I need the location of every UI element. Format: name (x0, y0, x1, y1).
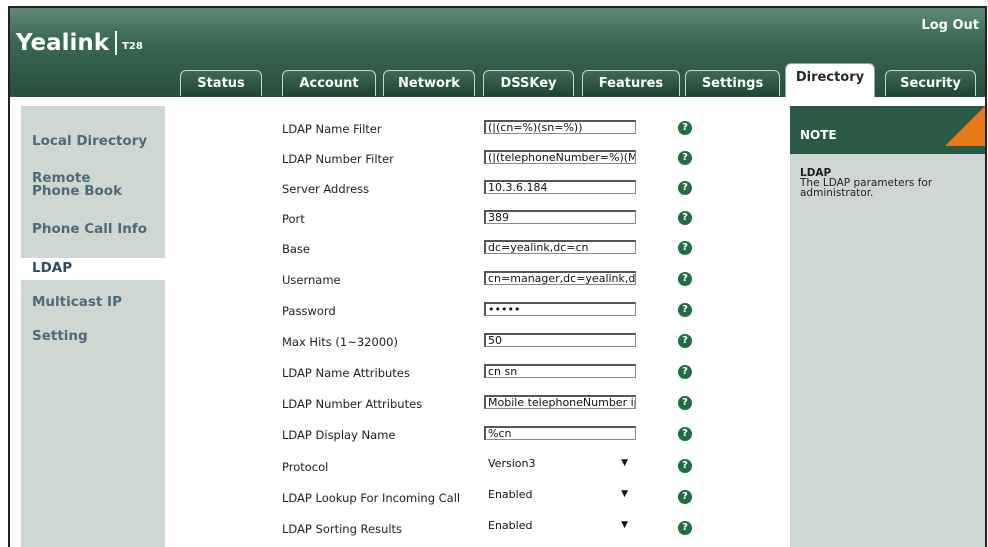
logo-divider (115, 31, 118, 55)
tab-features[interactable]: Features (582, 70, 680, 96)
note-corner-mark (945, 106, 985, 146)
header-bar: Yealink T28 Log Out Status Account Netwo… (10, 8, 985, 97)
sorting-results-value: Enabled (488, 519, 533, 532)
form-row-port: Port 389 ? (165, 210, 725, 230)
note-panel: NOTE LDAP The LDAP parameters for admini… (790, 106, 985, 547)
tab-status[interactable]: Status (180, 70, 262, 96)
server-address-input[interactable]: 10.3.6.184 (484, 180, 636, 194)
help-icon[interactable]: ? (678, 211, 692, 225)
form-row-max-hits: Max Hits (1~32000) 50 ? (165, 333, 725, 353)
tab-network[interactable]: Network (383, 70, 475, 96)
note-body: LDAP The LDAP parameters for administrat… (800, 168, 975, 199)
max-hits-input[interactable]: 50 (484, 333, 636, 347)
help-icon[interactable]: ? (678, 490, 692, 504)
help-icon[interactable]: ? (678, 181, 692, 195)
username-input[interactable]: cn=manager,dc=yealink,dc= (484, 271, 636, 285)
tab-account[interactable]: Account (282, 70, 376, 96)
browser-frame: Yealink T28 Log Out Status Account Netwo… (8, 6, 987, 547)
form-row-protocol: Protocol Version3 ▼ ? (165, 456, 725, 478)
name-attributes-input[interactable]: cn sn (484, 364, 636, 378)
field-label: LDAP Name Filter (282, 122, 382, 136)
field-label: Protocol (282, 460, 329, 474)
sorting-results-select[interactable]: Enabled ▼ (484, 518, 634, 534)
field-label: LDAP Number Attributes (282, 397, 423, 411)
form-row-number-filter: LDAP Number Filter (|(telephoneNumber=%)… (165, 150, 725, 170)
help-icon[interactable]: ? (678, 303, 692, 317)
field-label: LDAP Number Filter (282, 152, 394, 166)
field-label: LDAP Lookup For Incoming Call (282, 491, 461, 505)
form-row-base: Base dc=yealink,dc=cn ? (165, 240, 725, 260)
ldap-form: LDAP Name Filter (|(cn=%)(sn=%)) ? LDAP … (165, 106, 783, 547)
help-icon[interactable]: ? (678, 459, 692, 473)
field-label: LDAP Sorting Results (282, 522, 403, 536)
note-text: The LDAP parameters for administrator. (800, 177, 933, 199)
help-icon[interactable]: ? (678, 521, 692, 535)
tab-directory[interactable]: Directory (785, 63, 875, 97)
tab-settings[interactable]: Settings (685, 70, 780, 96)
chevron-down-icon: ▼ (621, 458, 628, 468)
help-icon[interactable]: ? (678, 365, 692, 379)
ldap-name-filter-input[interactable]: (|(cn=%)(sn=%)) (484, 120, 636, 134)
help-icon[interactable]: ? (678, 151, 692, 165)
sidebar-item-multicast-ip[interactable]: Multicast IP (32, 295, 122, 309)
form-row-lookup-incoming: LDAP Lookup For Incoming Call Enabled ▼ … (165, 487, 725, 509)
chevron-down-icon: ▼ (621, 520, 628, 530)
protocol-select[interactable]: Version3 ▼ (484, 456, 634, 472)
lookup-incoming-value: Enabled (488, 488, 533, 501)
protocol-value: Version3 (488, 457, 536, 470)
field-label: Max Hits (1~32000) (282, 335, 398, 349)
field-label: LDAP Name Attributes (282, 366, 410, 380)
logout-link[interactable]: Log Out (921, 18, 979, 33)
form-row-server-address: Server Address 10.3.6.184 ? (165, 180, 725, 200)
help-icon[interactable]: ? (678, 121, 692, 135)
sidebar-item-ldap[interactable]: LDAP (32, 261, 72, 275)
tab-dsskey[interactable]: DSSKey (483, 70, 574, 96)
field-label: Base (282, 242, 311, 256)
form-row-number-attributes: LDAP Number Attributes Mobile telephoneN… (165, 395, 725, 415)
note-title: NOTE (800, 128, 837, 142)
tab-security[interactable]: Security (885, 70, 976, 96)
field-label: LDAP Display Name (282, 428, 396, 442)
sidebar-item-remote-phone-book[interactable]: Remote Phone Book (32, 171, 142, 198)
form-row-name-attributes: LDAP Name Attributes cn sn ? (165, 364, 725, 384)
field-label: Port (282, 212, 305, 226)
brand-name: Yealink (16, 30, 110, 56)
chevron-down-icon: ▼ (621, 489, 628, 499)
port-input[interactable]: 389 (484, 210, 636, 224)
field-label: Server Address (282, 182, 370, 196)
sidebar-item-setting[interactable]: Setting (32, 329, 88, 343)
form-row-display-name: LDAP Display Name %cn ? (165, 426, 725, 446)
form-row-sorting-results: LDAP Sorting Results Enabled ▼ ? (165, 518, 725, 540)
form-row-name-filter: LDAP Name Filter (|(cn=%)(sn=%)) ? (165, 120, 725, 140)
help-icon[interactable]: ? (678, 427, 692, 441)
sidebar-item-phone-call-info[interactable]: Phone Call Info (32, 222, 147, 236)
help-icon[interactable]: ? (678, 334, 692, 348)
number-attributes-input[interactable]: Mobile telephoneNumber ipP (484, 395, 636, 409)
password-input[interactable]: ••••• (484, 302, 636, 316)
field-label: Username (282, 273, 341, 287)
yealink-logo: Yealink T28 (16, 30, 143, 56)
field-label: Password (282, 304, 336, 318)
help-icon[interactable]: ? (678, 272, 692, 286)
display-name-input[interactable]: %cn (484, 426, 636, 440)
base-input[interactable]: dc=yealink,dc=cn (484, 240, 636, 254)
help-icon[interactable]: ? (678, 241, 692, 255)
ldap-number-filter-input[interactable]: (|(telephoneNumber=%)(M (484, 150, 636, 164)
lookup-incoming-select[interactable]: Enabled ▼ (484, 487, 634, 503)
sidebar-item-local-directory[interactable]: Local Directory (32, 134, 147, 148)
form-row-username: Username cn=manager,dc=yealink,dc= ? (165, 271, 725, 291)
model-label: T28 (122, 40, 143, 52)
form-row-password: Password ••••• ? (165, 302, 725, 322)
help-icon[interactable]: ? (678, 396, 692, 410)
